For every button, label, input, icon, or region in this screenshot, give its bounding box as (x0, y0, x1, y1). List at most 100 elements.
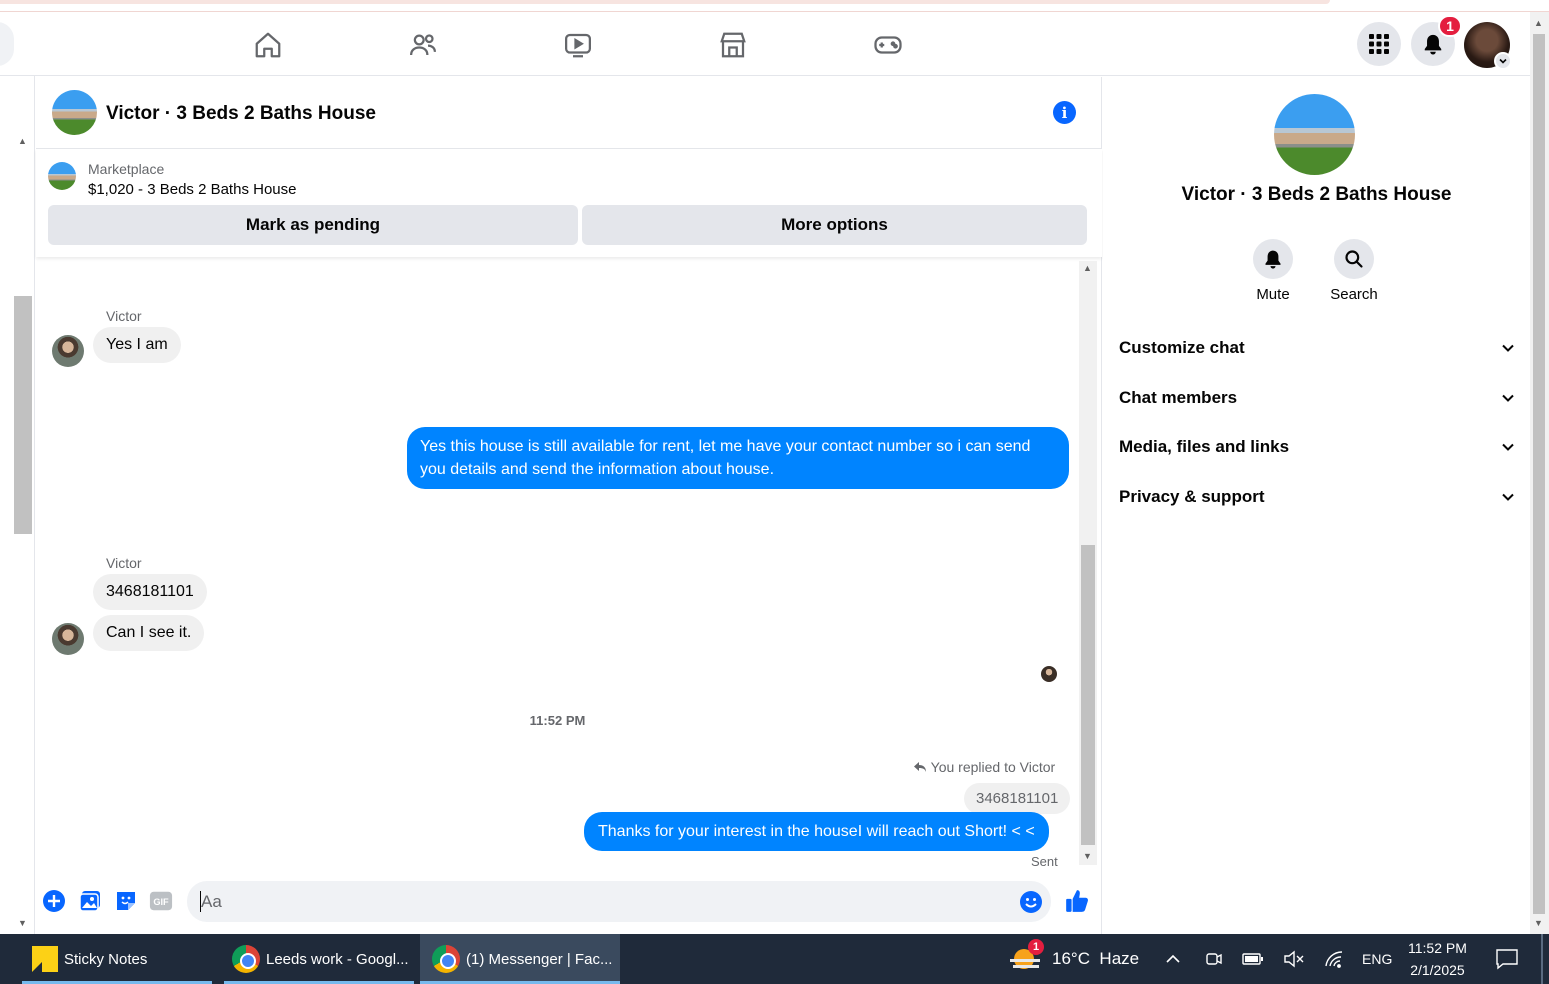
video-icon[interactable] (558, 26, 598, 64)
search-icon[interactable] (1334, 239, 1374, 279)
page-scrollbar[interactable]: ▲ ▼ (1530, 12, 1549, 934)
search-label: Search (1330, 286, 1378, 303)
incoming-message[interactable]: Yes I am (93, 327, 181, 363)
incoming-message[interactable]: 3468181101 (93, 574, 207, 610)
show-hidden-icons-chevron-icon[interactable] (1164, 934, 1182, 984)
marketplace-listing-bar: Marketplace $1,020 - 3 Beds 2 Baths Hous… (36, 149, 1102, 257)
scroll-down-arrow-icon[interactable]: ▼ (18, 918, 27, 928)
meet-now-icon[interactable] (1204, 934, 1224, 984)
browser-top-stripe (0, 0, 1549, 12)
taskbar-item-sticky-notes[interactable]: Sticky Notes (22, 934, 212, 984)
gaming-icon[interactable] (868, 26, 908, 64)
taskbar-item-label: Leeds work - Googl... (266, 950, 409, 968)
taskbar-item-label: (1) Messenger | Fac... (466, 950, 613, 968)
section-customize-chat[interactable]: Customize chat (1119, 328, 1515, 368)
facebook-top-nav: 1 (0, 12, 1530, 76)
wifi-icon[interactable] (1324, 934, 1346, 984)
emoji-icon[interactable] (1019, 890, 1043, 919)
chevron-down-icon (1502, 394, 1514, 402)
section-chat-members[interactable]: Chat members (1119, 378, 1515, 418)
clock-time: 11:52 PM (1408, 940, 1467, 956)
taskbar-item-chrome-leeds[interactable]: Leeds work - Googl... (224, 934, 414, 984)
chevron-down-icon (1502, 493, 1514, 501)
weather-text: 16°C Haze (1052, 949, 1140, 968)
gif-icon[interactable]: GIF (149, 889, 173, 913)
outgoing-reply-message[interactable]: Thanks for your interest in the houseI w… (584, 812, 1049, 851)
photo-gallery-icon[interactable] (78, 889, 102, 913)
mark-as-pending-button[interactable]: Mark as pending (48, 205, 578, 245)
chrome-icon (432, 945, 460, 973)
sticky-notes-icon (32, 946, 58, 972)
mute-action[interactable]: Mute (1233, 239, 1313, 303)
windows-taskbar: Sticky Notes Leeds work - Googl... (1) M… (0, 934, 1549, 984)
scroll-up-arrow-icon[interactable]: ▲ (1083, 263, 1092, 273)
weather-haze-icon: 1 (1010, 939, 1044, 973)
section-media-files-links[interactable]: Media, files and links (1119, 427, 1515, 467)
section-privacy-support[interactable]: Privacy & support (1119, 477, 1515, 517)
messages-scrollbar[interactable]: ▲ ▼ (1079, 261, 1097, 865)
message-input[interactable]: Aa (187, 881, 1051, 922)
victor-avatar[interactable] (52, 335, 84, 367)
search-action[interactable]: Search (1314, 239, 1394, 303)
message-timestamp: 11:52 PM (529, 713, 586, 728)
listing-price-title[interactable]: $1,020 - 3 Beds 2 Baths House (88, 181, 296, 198)
more-options-button[interactable]: More options (582, 205, 1087, 245)
chrome-icon (232, 945, 260, 973)
volume-muted-icon[interactable] (1283, 934, 1305, 984)
conversation-info-pane: Victor · 3 Beds 2 Baths House Mute Searc… (1103, 77, 1530, 934)
weather-widget[interactable]: 1 16°C Haze (1010, 934, 1139, 984)
chat-panel: Victor · 3 Beds 2 Baths House i Marketpl… (36, 77, 1102, 934)
notification-badge: 1 (1438, 15, 1462, 37)
taskbar-item-label: Sticky Notes (64, 950, 148, 968)
mute-label: Mute (1256, 286, 1290, 303)
action-center-icon[interactable] (1495, 934, 1519, 984)
outgoing-message[interactable]: Yes this house is still available for re… (407, 427, 1069, 489)
scroll-down-arrow-icon[interactable]: ▼ (1534, 918, 1543, 928)
show-desktop-divider[interactable] (1541, 934, 1543, 984)
add-plus-icon[interactable] (42, 889, 66, 913)
language-indicator[interactable]: ENG (1362, 934, 1392, 984)
taskbar-item-chrome-messenger[interactable]: (1) Messenger | Fac... (420, 934, 620, 984)
reply-label: You replied to Victor (913, 759, 1055, 775)
marketplace-icon[interactable] (713, 26, 753, 64)
victor-avatar[interactable] (52, 623, 84, 655)
friends-icon[interactable] (403, 26, 443, 64)
left-scrollbar-thumb[interactable] (14, 296, 32, 534)
sender-name: Victor (106, 555, 142, 571)
thumbs-up-icon[interactable] (1063, 887, 1091, 915)
conversation-avatar[interactable] (1274, 94, 1355, 175)
message-input-placeholder: Aa (201, 892, 222, 911)
home-icon[interactable] (248, 26, 288, 64)
left-panel-scrollbar[interactable]: ▲ ▼ (0, 76, 35, 934)
quoted-message[interactable]: 3468181101 (964, 783, 1071, 814)
clock-date: 2/1/2025 (1410, 962, 1465, 978)
search-stub[interactable] (0, 22, 14, 66)
battery-icon[interactable] (1242, 934, 1264, 984)
scroll-down-arrow-icon[interactable]: ▼ (1083, 851, 1092, 861)
browser-tab-strip (0, 0, 1330, 4)
gif-label: GIF (153, 897, 169, 907)
reply-arrow-icon (914, 762, 926, 772)
listing-thumbnail[interactable] (48, 162, 76, 190)
clock[interactable]: 11:52 PM 2/1/2025 (1408, 934, 1467, 984)
message-thread: Victor Yes I am Yes this house is still … (36, 257, 1079, 869)
chat-avatar[interactable] (52, 90, 97, 135)
section-label: Media, files and links (1119, 437, 1290, 456)
info-icon[interactable]: i (1053, 101, 1076, 124)
chat-title[interactable]: Victor · 3 Beds 2 Baths House (106, 103, 376, 125)
section-label: Customize chat (1119, 338, 1245, 357)
seen-receipt-avatar (1041, 666, 1057, 682)
reply-label-text: You replied to Victor (930, 759, 1056, 775)
chevron-down-icon[interactable] (1494, 52, 1512, 70)
page-scrollbar-thumb[interactable] (1533, 34, 1545, 914)
section-label: Chat members (1119, 388, 1238, 407)
bell-icon[interactable] (1253, 239, 1293, 279)
scroll-up-arrow-icon[interactable]: ▲ (1534, 18, 1543, 28)
sender-name: Victor (106, 308, 142, 324)
incoming-message[interactable]: Can I see it. (93, 615, 205, 651)
menu-grid-icon[interactable] (1357, 22, 1401, 66)
scroll-up-arrow-icon[interactable]: ▲ (18, 136, 27, 146)
sticker-icon[interactable] (114, 889, 138, 913)
messages-scrollbar-thumb[interactable] (1081, 545, 1095, 845)
weather-badge: 1 (1028, 939, 1044, 955)
